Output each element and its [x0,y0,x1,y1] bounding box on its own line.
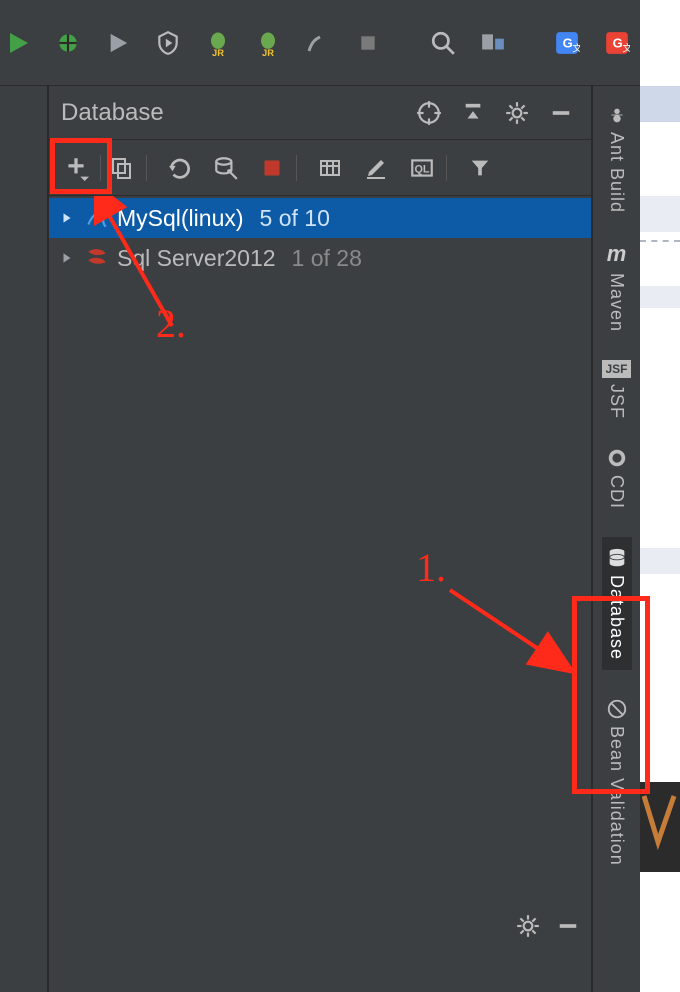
left-gutter [0,86,48,992]
tree-item-label: Sql Server2012 [117,245,276,272]
panel-title: Database [61,99,403,127]
datasource-props-button[interactable] [205,147,247,189]
right-tab-label: CDI [606,475,627,509]
right-tab-label: Ant Build [606,132,627,213]
wand-icon[interactable] [304,29,332,57]
right-tab-ant[interactable]: Ant Build [606,104,628,213]
panel-footer [49,904,591,952]
svg-text:G: G [563,35,573,50]
svg-text:文: 文 [572,41,580,54]
edit-button[interactable] [355,147,397,189]
stop-button[interactable] [251,147,293,189]
letter-v-icon [642,794,678,854]
coverage-icon[interactable] [154,29,182,57]
search-icon[interactable] [429,29,457,57]
right-tab-maven[interactable]: m Maven [606,241,627,332]
expand-icon[interactable] [57,248,77,268]
duplicate-button[interactable] [101,147,143,189]
split-icon[interactable] [455,95,491,131]
database-panel: Database [48,86,592,992]
editor-gutter [640,0,680,992]
right-tab-database[interactable]: Database [602,537,632,670]
datasource-tree: MySql(linux) 5 of 10 Sql Server2012 1 of… [49,196,591,278]
tree-row-sqlserver[interactable]: Sql Server2012 1 of 28 [49,238,591,278]
svg-text:文: 文 [622,41,630,54]
right-tab-jsf[interactable]: JSF JSF [602,360,630,419]
profiler-bug-icon[interactable]: JR [204,29,232,57]
add-button[interactable] [55,147,97,189]
right-tab-label: JSF [606,384,627,419]
tree-item-count: 1 of 28 [292,245,362,272]
right-tab-bean[interactable]: Bean Validation [606,698,628,866]
profiler-bug2-icon[interactable]: JR [254,29,282,57]
stop-icon[interactable] [354,29,382,57]
svg-text:QL: QL [414,163,429,175]
right-tab-label: Bean Validation [606,726,627,866]
translate2-icon[interactable]: G文 [603,29,631,57]
table-view-button[interactable] [309,147,351,189]
right-tool-bar: Ant Build m Maven JSF JSF CDI Database B… [592,86,640,992]
run-icon[interactable] [4,29,32,57]
tree-item-count: 5 of 10 [260,205,330,232]
debug-icon[interactable] [54,29,82,57]
refresh-button[interactable] [159,147,201,189]
translate-icon[interactable]: G文 [553,29,581,57]
svg-text:JR: JR [262,47,274,56]
target-icon[interactable] [411,95,447,131]
filter-button[interactable] [459,147,501,189]
svg-text:G: G [613,35,623,50]
tree-row-mysql[interactable]: MySql(linux) 5 of 10 [49,198,591,238]
settings-gear-icon[interactable] [499,95,535,131]
ide-window: JR JR G文 G文 Database [0,0,640,992]
main-toolbar: JR JR G文 G文 [0,0,640,86]
panel-header: Database [49,86,591,140]
svg-text:JR: JR [212,47,224,56]
right-tab-label: Database [606,575,627,660]
footer-hide-icon[interactable] [557,915,579,942]
footer-settings-icon[interactable] [515,913,541,944]
mssql-icon [83,244,111,272]
hide-icon[interactable] [543,95,579,131]
right-tab-label: Maven [606,273,627,332]
expand-icon[interactable] [57,208,77,228]
panel-toolbar: QL [49,140,591,196]
project-structure-icon[interactable] [479,29,507,57]
right-tab-cdi[interactable]: CDI [606,447,628,509]
console-button[interactable]: QL [401,147,443,189]
play-icon[interactable] [104,29,132,57]
tree-item-label: MySql(linux) [117,205,244,232]
mysql-icon [83,204,111,232]
